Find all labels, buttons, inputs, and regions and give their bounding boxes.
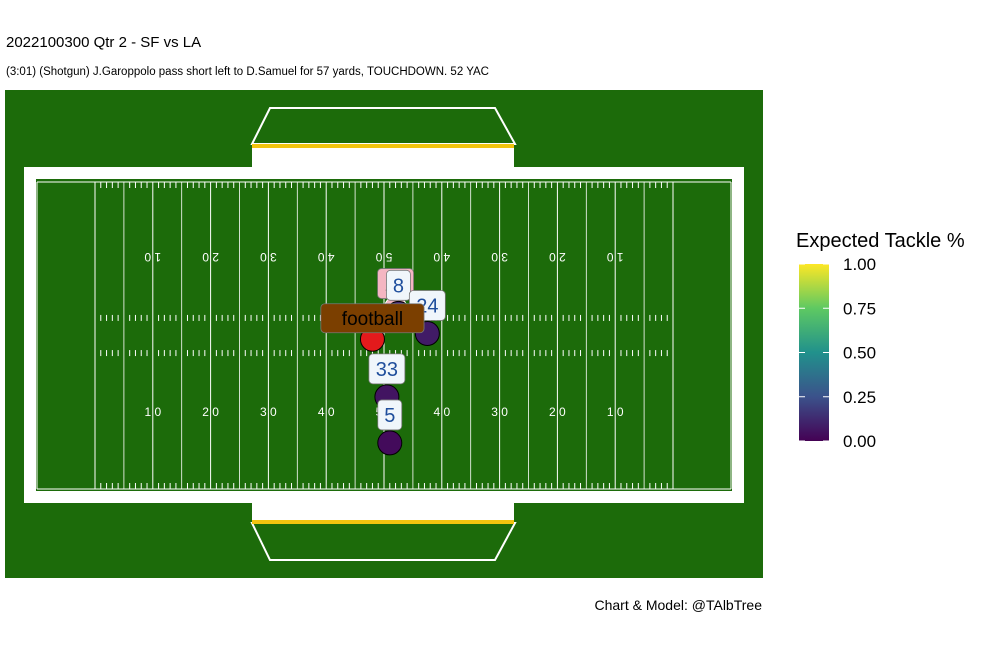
player-point [377,430,403,456]
legend-tick-label: 0.25 [843,388,876,407]
yard-number-top: 5 0 [375,250,392,264]
legend-tick-label: 1.00 [843,255,876,274]
yard-number-bottom: 4 0 [433,405,450,419]
top-sideline-block [252,148,514,168]
chart-caption: Chart & Model: @TAlbTree [594,597,763,613]
player-label: 33 [376,359,398,381]
player-label: 8 [393,276,404,298]
yard-number-bottom: 3 0 [491,405,508,419]
yard-number-bottom: 1 0 [144,405,161,419]
yard-number-top: 2 0 [202,250,219,264]
yard-number-bottom: 1 0 [607,405,624,419]
yard-number-bottom: 2 0 [202,405,219,419]
football-field-chart: 1 0 2 0 3 0 4 0 5 0 4 0 3 0 2 0 1 0 1 0 2 0 3 0 4 0 5… [5,90,876,578]
top-goalpost-bar [252,144,514,148]
bottom-goalpost-bar [252,520,514,524]
player-label: 5 [384,405,395,427]
yard-number-top: 4 0 [433,250,450,264]
yard-number-top: 3 0 [491,250,508,264]
yard-number-top: 1 0 [144,250,161,264]
yard-number-top: 2 0 [549,250,566,264]
yard-number-top: 3 0 [260,250,277,264]
legend-tick-label: 0.50 [843,344,876,363]
yard-number-bottom: 2 0 [549,405,566,419]
yard-number-top: 1 0 [607,250,624,264]
football-label: football [342,309,403,330]
yard-number-bottom: 4 0 [318,405,335,419]
legend-title: Expected Tackle % [796,230,965,252]
legend-tick-label: 0.75 [843,299,876,318]
yard-number-top: 4 0 [318,250,335,264]
legend-tick-label: 0.00 [843,432,876,451]
yard-number-bottom: 3 0 [260,405,277,419]
